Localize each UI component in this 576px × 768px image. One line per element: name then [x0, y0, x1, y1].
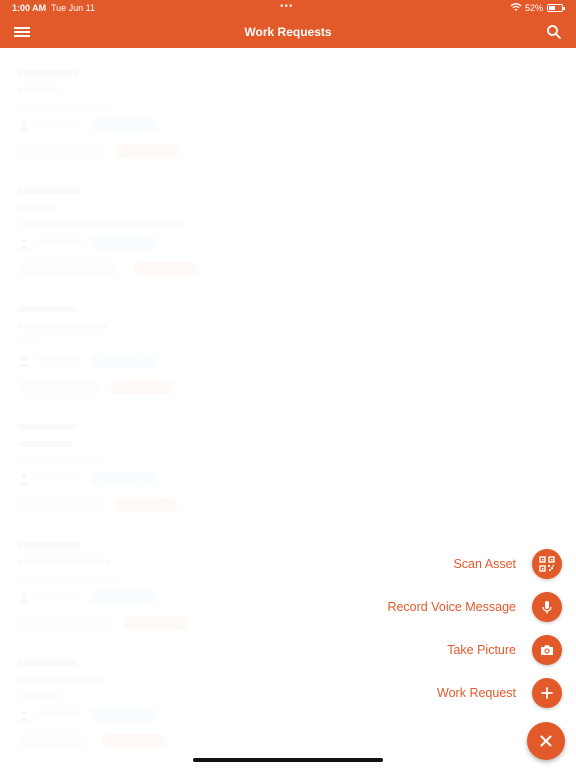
- nav-bar: Work Requests: [0, 16, 576, 48]
- status-time: 1:00 AM: [12, 3, 47, 13]
- qr-code-icon: [539, 556, 555, 572]
- fab-item-record-voice[interactable]: Record Voice Message: [387, 592, 562, 622]
- multitasking-dots-icon: •••: [280, 1, 294, 12]
- battery-icon: [547, 4, 565, 12]
- status-bar: 1:00 AM Tue Jun 11 ••• 52%: [0, 0, 576, 16]
- camera-icon: [541, 645, 553, 655]
- microphone-icon: [542, 601, 552, 614]
- battery-percent: 52%: [525, 3, 544, 13]
- fab-item-work-request[interactable]: Work Request: [437, 678, 562, 708]
- home-indicator[interactable]: [193, 758, 383, 762]
- work-request-label[interactable]: Work Request: [437, 686, 516, 700]
- add-work-request-button[interactable]: [532, 678, 562, 708]
- battery-fill: [549, 6, 556, 10]
- fab-item-scan-asset[interactable]: Scan Asset: [453, 549, 562, 579]
- record-voice-button[interactable]: [532, 592, 562, 622]
- fab-item-take-picture[interactable]: Take Picture: [447, 635, 562, 665]
- scan-asset-label[interactable]: Scan Asset: [453, 557, 516, 571]
- scan-asset-button[interactable]: [532, 549, 562, 579]
- fab-close-button[interactable]: [527, 722, 565, 760]
- plus-icon: [541, 687, 553, 699]
- take-picture-label[interactable]: Take Picture: [447, 643, 516, 657]
- record-voice-label[interactable]: Record Voice Message: [387, 600, 516, 614]
- wifi-icon: [510, 3, 522, 11]
- status-date: Tue Jun 11: [51, 3, 96, 13]
- page-title: Work Requests: [244, 25, 332, 39]
- close-icon: [540, 735, 552, 747]
- search-icon[interactable]: [546, 24, 562, 40]
- take-picture-button[interactable]: [532, 635, 562, 665]
